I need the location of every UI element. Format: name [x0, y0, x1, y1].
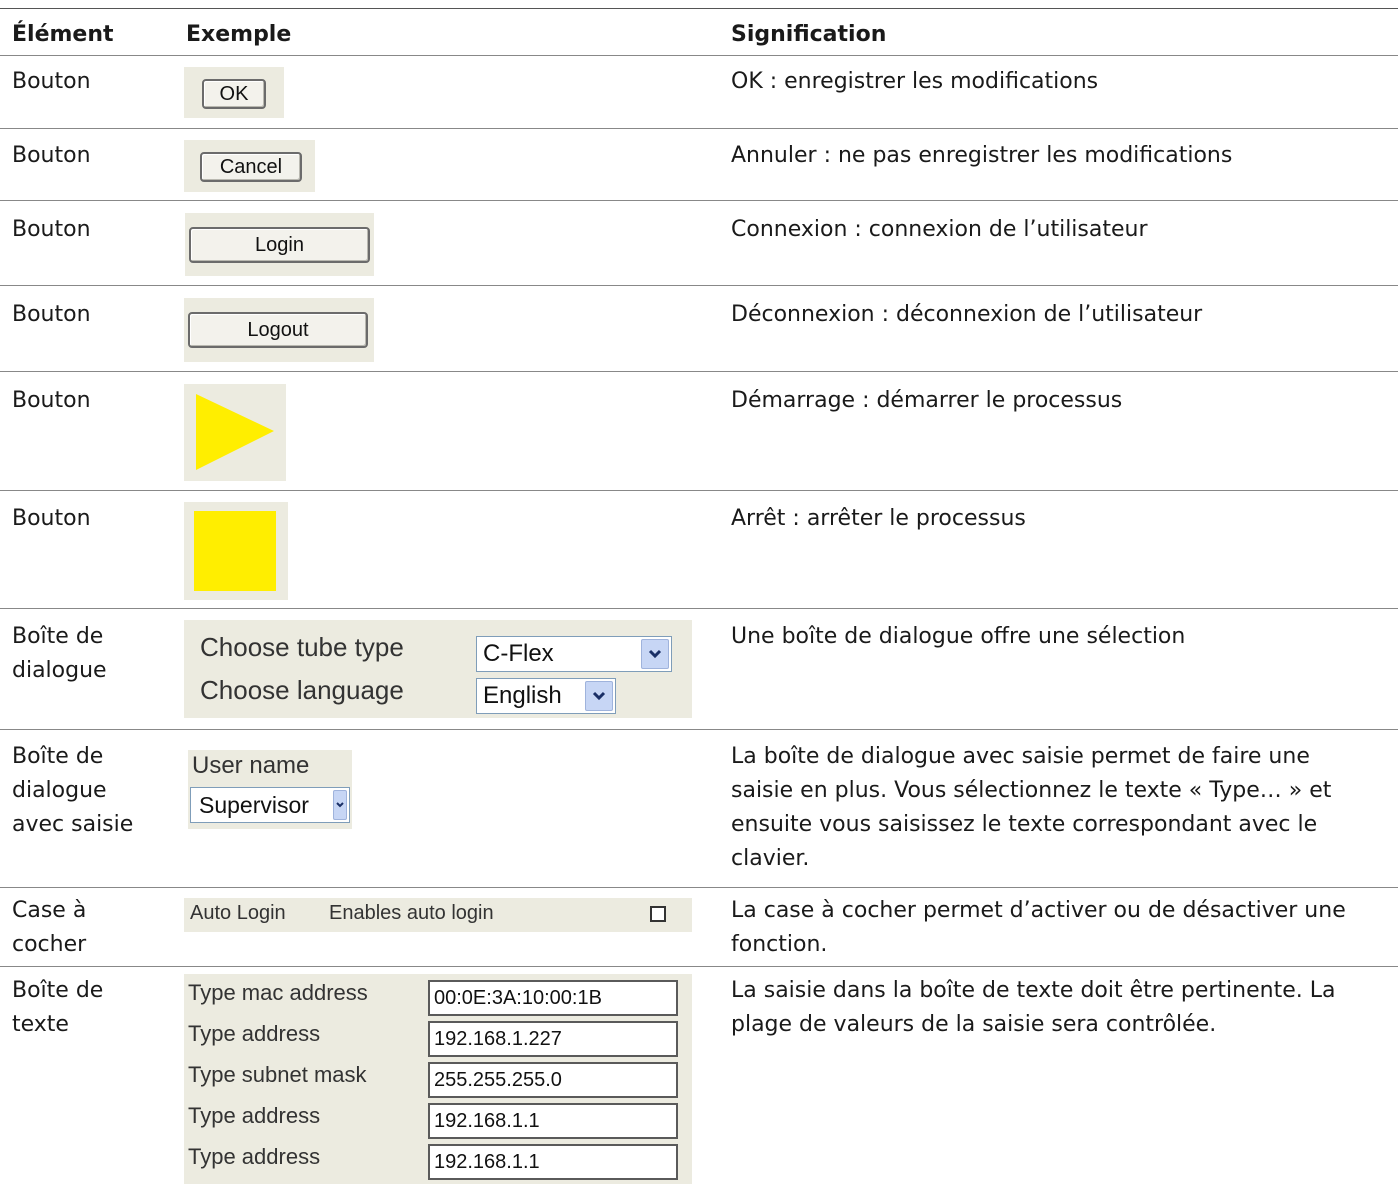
textbox-label: Type address — [188, 1144, 321, 1169]
start-button-example — [184, 384, 286, 481]
cancel-button-example: Cancel — [184, 140, 315, 192]
meaning-text: Démarrage : démarrer le processus — [731, 388, 1123, 413]
language-label: Choose language — [200, 675, 404, 705]
header-example: Exemple — [186, 22, 292, 47]
username-label: User name — [192, 752, 310, 779]
meaning-text: La boîte de dialogue avec saisie permet … — [731, 744, 1332, 871]
element-label: Bouton — [12, 388, 91, 413]
language-select[interactable]: English — [476, 678, 616, 714]
header-rule — [0, 55, 1398, 56]
cancel-button[interactable]: Cancel — [200, 152, 302, 182]
tube-type-label: Choose tube type — [200, 632, 404, 662]
element-label: Boîte de dialogue avec saisie — [12, 744, 134, 837]
row-divider — [0, 128, 1398, 129]
element-label: Boîte de dialogue — [12, 624, 107, 683]
textbox-label: Type subnet mask — [188, 1062, 367, 1087]
ok-button[interactable]: OK — [202, 79, 266, 109]
row-divider — [0, 966, 1398, 967]
login-button[interactable]: Login — [189, 227, 370, 263]
row-divider — [0, 200, 1398, 201]
row-divider — [0, 608, 1398, 609]
meaning-text: Annuler : ne pas enregistrer les modific… — [731, 143, 1233, 168]
element-label: Case à cocher — [12, 898, 87, 957]
logout-button[interactable]: Logout — [188, 312, 368, 348]
chevron-down-icon[interactable] — [585, 681, 613, 711]
header-element: Élément — [12, 22, 114, 47]
row-divider — [0, 285, 1398, 286]
chevron-down-icon[interactable] — [333, 790, 347, 820]
meaning-text: Une boîte de dialogue offre une sélectio… — [731, 624, 1186, 649]
element-label: Bouton — [12, 217, 91, 242]
textbox-label: Type address — [188, 1103, 321, 1128]
chevron-down-icon[interactable] — [641, 639, 669, 669]
ok-button-example: OK — [184, 67, 284, 118]
meaning-text: Déconnexion : déconnexion de l’utilisate… — [731, 302, 1203, 327]
gateway-address-field[interactable]: 192.168.1.1 — [428, 1103, 678, 1139]
stop-icon[interactable] — [194, 511, 276, 591]
auto-login-checkbox[interactable] — [650, 906, 666, 922]
meaning-text: Arrêt : arrêter le processus — [731, 506, 1026, 531]
logout-button-example: Logout — [184, 298, 374, 362]
subnet-mask-field[interactable]: 255.255.255.0 — [428, 1062, 678, 1098]
row-divider — [0, 729, 1398, 730]
checkbox-example: Auto Login Enables auto login — [184, 898, 692, 932]
row-divider — [0, 887, 1398, 888]
meaning-text: OK : enregistrer les modifications — [731, 69, 1099, 94]
tube-type-value: C-Flex — [483, 640, 554, 667]
username-value: Supervisor — [199, 792, 309, 818]
dns-address-field[interactable]: 192.168.1.1 — [428, 1144, 678, 1180]
row-divider — [0, 490, 1398, 491]
element-label: Bouton — [12, 302, 91, 327]
table-top-rule — [0, 8, 1398, 9]
username-dialog-example: User name Supervisor — [188, 750, 352, 829]
textbox-label: Type address — [188, 1021, 321, 1046]
auto-login-label: Auto Login — [190, 902, 286, 924]
play-icon[interactable] — [184, 384, 286, 481]
meaning-text: La saisie dans la boîte de texte doit êt… — [731, 978, 1336, 1037]
meaning-text: Connexion : connexion de l’utilisateur — [731, 217, 1148, 242]
element-label: Boîte de texte — [12, 978, 104, 1037]
element-label: Bouton — [12, 69, 91, 94]
element-label: Bouton — [12, 143, 91, 168]
login-button-example: Login — [185, 213, 374, 276]
mac-address-field[interactable]: 00:0E:3A:10:00:1B — [428, 980, 678, 1016]
meaning-text: La case à cocher permet d’activer ou de … — [731, 898, 1346, 957]
header-meaning: Signification — [731, 22, 887, 47]
dialog-example: Choose tube type C-Flex Choose language … — [184, 620, 692, 718]
tube-type-select[interactable]: C-Flex — [476, 636, 672, 672]
address-field[interactable]: 192.168.1.227 — [428, 1021, 678, 1057]
auto-login-description: Enables auto login — [329, 902, 494, 924]
textbox-example: Type mac address 00:0E:3A:10:00:1B Type … — [184, 974, 692, 1184]
username-select[interactable]: Supervisor — [190, 787, 350, 823]
element-label: Bouton — [12, 506, 91, 531]
row-divider — [0, 371, 1398, 372]
stop-button-example — [184, 502, 288, 600]
language-value: English — [483, 682, 562, 709]
textbox-label: Type mac address — [188, 980, 368, 1005]
